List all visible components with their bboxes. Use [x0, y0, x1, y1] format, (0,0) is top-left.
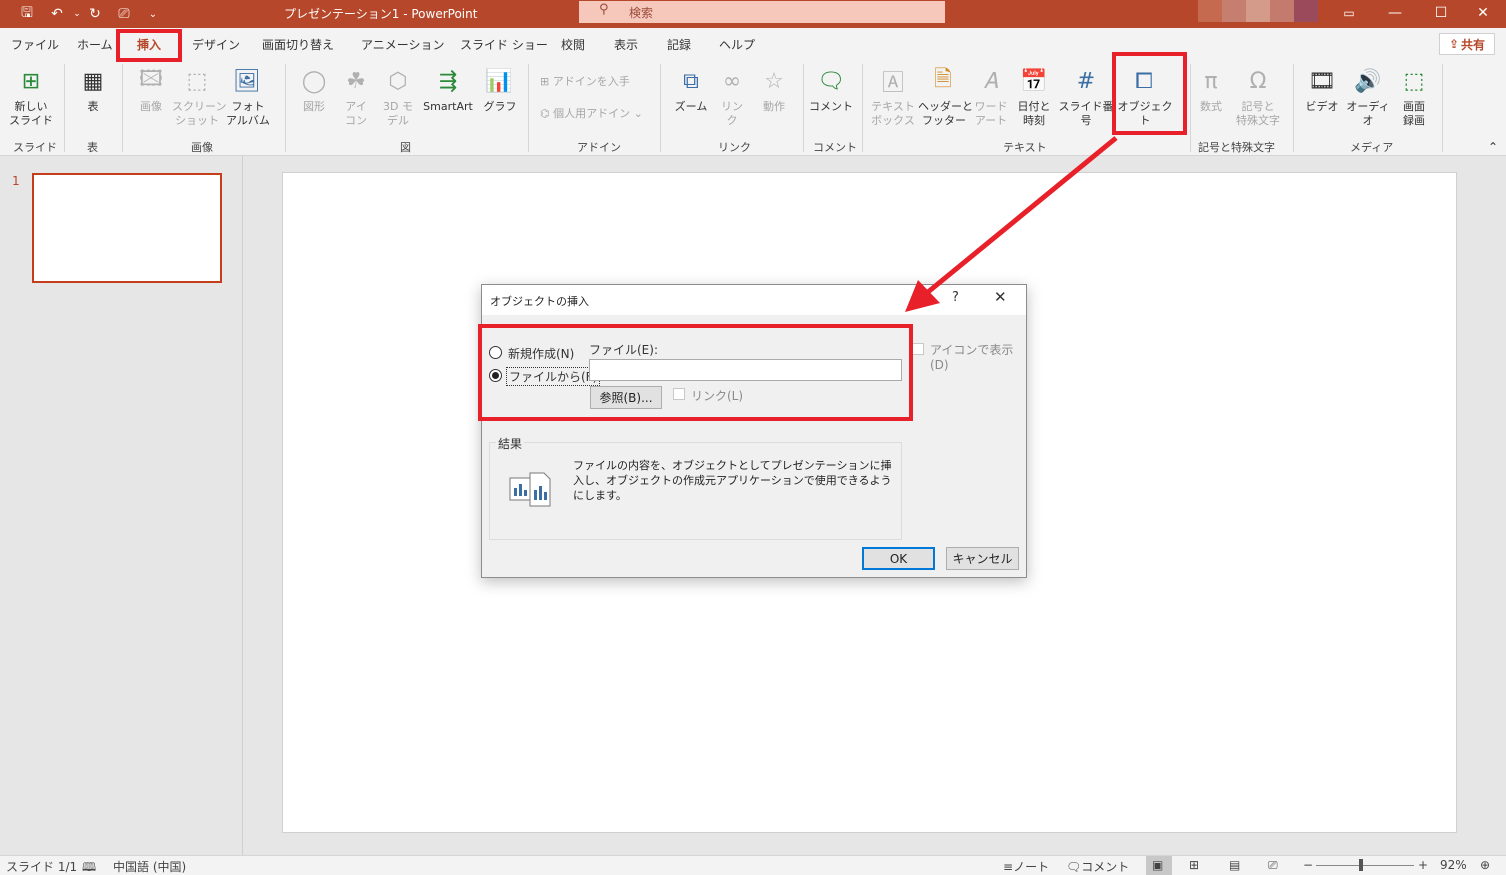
slideshow-view-icon[interactable]: ⎚	[1268, 858, 1278, 873]
notes-button[interactable]: ≡ノート	[1003, 858, 1049, 875]
annotation-arrow	[905, 136, 1118, 312]
zoom-out-button[interactable]: −	[1303, 858, 1313, 872]
normal-view-icon: ▣	[1152, 858, 1164, 872]
slide-sorter-icon[interactable]: ⊞	[1189, 858, 1199, 872]
zoom-in-button[interactable]: +	[1418, 858, 1428, 872]
comments-label: コメント	[1081, 860, 1130, 874]
reading-view-icon[interactable]: ▤	[1229, 858, 1240, 872]
accessibility-icon[interactable]: 🕮	[82, 858, 96, 875]
zoom-level[interactable]: 92%	[1440, 858, 1467, 872]
comment-small-icon: 🗨	[1066, 860, 1082, 874]
notes-icon: ≡	[1003, 860, 1014, 874]
comments-button[interactable]: 🗨コメント	[1066, 858, 1129, 875]
zoom-slider-track[interactable]	[1316, 865, 1414, 866]
zoom-slider-thumb[interactable]	[1359, 859, 1363, 871]
language-indicator[interactable]: 中国語 (中国)	[113, 858, 186, 875]
notes-label: ノート	[1013, 860, 1050, 874]
fit-to-window-icon[interactable]: ⊕	[1480, 858, 1490, 872]
slide-count: スライド 1/1	[6, 860, 78, 874]
status-bar: スライド 1/1 🕮 中国語 (中国) ≡ノート 🗨コメント ▣ ⊞ ▤ ⎚ −…	[0, 855, 1506, 875]
